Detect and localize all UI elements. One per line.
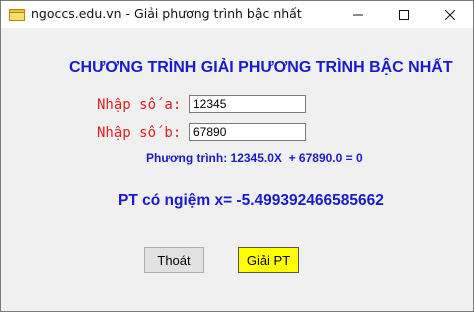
- label-a: Nhập số a:: [97, 97, 182, 113]
- solve-button[interactable]: Giải PT: [238, 247, 299, 273]
- window-title: ngoccs.edu.vn - Giải phương trình bậc nh…: [31, 6, 302, 21]
- input-b[interactable]: [189, 123, 306, 141]
- minimize-icon: [353, 5, 363, 24]
- app-window-icon: [9, 7, 25, 21]
- result-text: PT có ngiệm x= -5.499392466585662: [118, 192, 384, 209]
- input-a[interactable]: [189, 95, 306, 113]
- title-bar[interactable]: ngoccs.edu.vn - Giải phương trình bậc nh…: [1, 1, 473, 28]
- maximize-icon: [399, 5, 409, 24]
- page-heading: CHƯƠNG TRÌNH GIẢI PHƯƠNG TRÌNH BẬC NHẤT: [69, 59, 453, 76]
- close-button[interactable]: [427, 1, 473, 28]
- maximize-button[interactable]: [381, 1, 427, 28]
- exit-button[interactable]: Thoát: [144, 247, 204, 273]
- app-window: ngoccs.edu.vn - Giải phương trình bậc nh…: [0, 0, 474, 312]
- label-b: Nhập số b:: [97, 125, 182, 141]
- equation-text: Phương trình: 12345.0X + 67890.0 = 0: [146, 151, 363, 165]
- minimize-button[interactable]: [335, 1, 381, 28]
- client-area: CHƯƠNG TRÌNH GIẢI PHƯƠNG TRÌNH BẬC NHẤT …: [1, 28, 473, 311]
- close-icon: [444, 5, 456, 24]
